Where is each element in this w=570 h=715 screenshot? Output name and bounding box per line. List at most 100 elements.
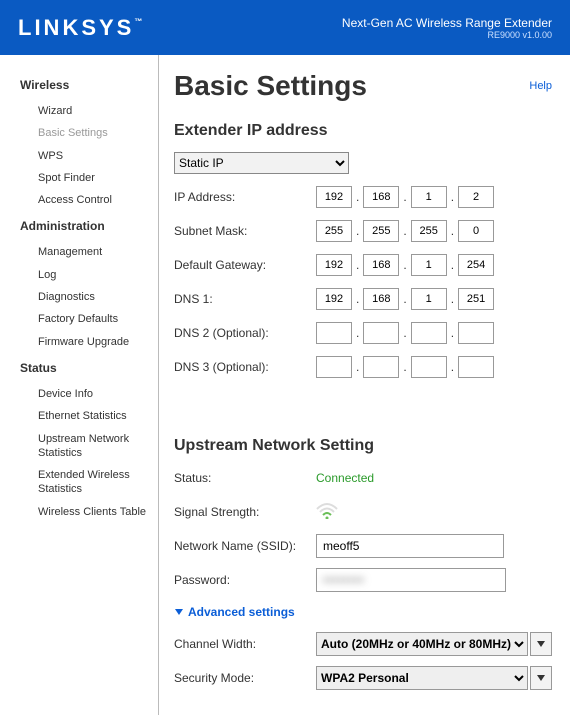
sidebar-item-access-control[interactable]: Access Control xyxy=(20,189,148,211)
dot-separator: . xyxy=(403,360,406,374)
logo: LINKSYS™ xyxy=(18,15,142,41)
chevron-down-icon xyxy=(536,639,546,649)
sidebar-item-management[interactable]: Management xyxy=(20,241,148,263)
channel-width-select[interactable]: Auto (20MHz or 40MHz or 80MHz) xyxy=(316,632,528,656)
ip-octet-input[interactable] xyxy=(363,186,399,208)
product-name: Next-Gen AC Wireless Range Extender xyxy=(342,16,552,30)
dot-separator: . xyxy=(356,258,359,272)
sidebar-item-device-info[interactable]: Device Info xyxy=(20,383,148,405)
status-value: Connected xyxy=(316,471,374,485)
dot-separator: . xyxy=(451,190,454,204)
ip-row-label: DNS 3 (Optional): xyxy=(174,360,316,374)
ip-octet-input[interactable] xyxy=(363,220,399,242)
ip-octet-input[interactable] xyxy=(316,254,352,276)
signal-icon xyxy=(316,503,338,522)
sidebar-item-extended-wireless-statistics[interactable]: Extended Wireless Statistics xyxy=(20,464,148,501)
dot-separator: . xyxy=(356,326,359,340)
dot-separator: . xyxy=(356,292,359,306)
sidebar-item-factory-defaults[interactable]: Factory Defaults xyxy=(20,308,148,330)
ip-octet-input[interactable] xyxy=(316,220,352,242)
ip-octet-input[interactable] xyxy=(411,220,447,242)
channel-label: Channel Width: xyxy=(174,637,316,651)
dot-separator: . xyxy=(403,190,406,204)
ip-octet-input[interactable] xyxy=(363,356,399,378)
sidebar-section-title: Administration xyxy=(20,219,148,233)
sidebar-item-firmware-upgrade[interactable]: Firmware Upgrade xyxy=(20,331,148,353)
dot-separator: . xyxy=(403,292,406,306)
sidebar-item-wps[interactable]: WPS xyxy=(20,145,148,167)
ip-octet-input[interactable] xyxy=(411,254,447,276)
ssid-label: Network Name (SSID): xyxy=(174,539,316,553)
status-label: Status: xyxy=(174,471,316,485)
help-link[interactable]: Help xyxy=(529,80,552,92)
ip-octet-input[interactable] xyxy=(411,288,447,310)
ip-octet-input[interactable] xyxy=(411,186,447,208)
ip-row: Default Gateway:... xyxy=(174,250,552,280)
ip-octet-input[interactable] xyxy=(458,186,494,208)
sidebar-item-diagnostics[interactable]: Diagnostics xyxy=(20,286,148,308)
sidebar-item-ethernet-statistics[interactable]: Ethernet Statistics xyxy=(20,405,148,427)
sidebar-item-wireless-clients-table[interactable]: Wireless Clients Table xyxy=(20,501,148,523)
ip-octet-input[interactable] xyxy=(458,322,494,344)
dot-separator: . xyxy=(403,224,406,238)
ip-octet-input[interactable] xyxy=(316,288,352,310)
signal-label: Signal Strength: xyxy=(174,505,316,519)
ip-octet-input[interactable] xyxy=(458,254,494,276)
security-label: Security Mode: xyxy=(174,671,316,685)
ip-octet-input[interactable] xyxy=(458,220,494,242)
ip-octet-input[interactable] xyxy=(363,288,399,310)
dot-separator: . xyxy=(451,360,454,374)
ip-row-label: DNS 1: xyxy=(174,292,316,306)
advanced-settings-link[interactable]: Advanced settings xyxy=(174,605,552,619)
ip-row-label: Default Gateway: xyxy=(174,258,316,272)
ip-octet-input[interactable] xyxy=(363,322,399,344)
sidebar-section-title: Status xyxy=(20,361,148,375)
ip-row-label: Subnet Mask: xyxy=(174,224,316,238)
dot-separator: . xyxy=(356,360,359,374)
dot-separator: . xyxy=(451,224,454,238)
chevron-down-icon xyxy=(536,673,546,683)
ip-octet-input[interactable] xyxy=(316,322,352,344)
ssid-input[interactable] xyxy=(316,534,504,558)
dot-separator: . xyxy=(451,326,454,340)
ip-row: DNS 1:... xyxy=(174,284,552,314)
ip-octet-input[interactable] xyxy=(411,356,447,378)
ip-octet-input[interactable] xyxy=(411,322,447,344)
ip-octet-input[interactable] xyxy=(316,356,352,378)
ip-row: DNS 3 (Optional):... xyxy=(174,352,552,382)
dot-separator: . xyxy=(403,326,406,340)
main-content: Basic Settings Help Extender IP address … xyxy=(159,55,570,715)
section-heading-upstream: Upstream Network Setting xyxy=(174,437,552,455)
channel-dropdown-button[interactable] xyxy=(530,632,552,656)
sidebar-item-log[interactable]: Log xyxy=(20,264,148,286)
password-input[interactable]: •••••••• xyxy=(316,568,506,592)
ip-octet-input[interactable] xyxy=(363,254,399,276)
ip-row-label: IP Address: xyxy=(174,190,316,204)
chevron-down-icon xyxy=(174,607,184,617)
ip-row: Subnet Mask:... xyxy=(174,216,552,246)
ip-octet-input[interactable] xyxy=(316,186,352,208)
sidebar: Wireless WizardBasic SettingsWPSSpot Find… xyxy=(0,55,158,715)
page-title: Basic Settings xyxy=(174,70,552,102)
security-dropdown-button[interactable] xyxy=(530,666,552,690)
dot-separator: . xyxy=(451,292,454,306)
sidebar-item-basic-settings[interactable]: Basic Settings xyxy=(20,122,148,144)
product-version: RE9000 v1.0.00 xyxy=(342,30,552,40)
sidebar-item-wizard[interactable]: Wizard xyxy=(20,100,148,122)
dot-separator: . xyxy=(451,258,454,272)
ip-row: IP Address:... xyxy=(174,182,552,212)
sidebar-item-spot-finder[interactable]: Spot Finder xyxy=(20,167,148,189)
section-heading-ip: Extender IP address xyxy=(174,122,552,140)
header-right: Next-Gen AC Wireless Range Extender RE90… xyxy=(342,16,552,40)
dot-separator: . xyxy=(356,224,359,238)
ip-mode-select[interactable]: Static IP xyxy=(174,152,349,174)
ip-row: DNS 2 (Optional):... xyxy=(174,318,552,348)
password-label: Password: xyxy=(174,573,316,587)
ip-octet-input[interactable] xyxy=(458,288,494,310)
dot-separator: . xyxy=(356,190,359,204)
sidebar-item-upstream-network-statistics[interactable]: Upstream Network Statistics xyxy=(20,428,148,465)
sidebar-section-title: Wireless xyxy=(20,78,148,92)
header-banner: LINKSYS™ Next-Gen AC Wireless Range Exte… xyxy=(0,0,570,55)
ip-octet-input[interactable] xyxy=(458,356,494,378)
security-mode-select[interactable]: WPA2 Personal xyxy=(316,666,528,690)
